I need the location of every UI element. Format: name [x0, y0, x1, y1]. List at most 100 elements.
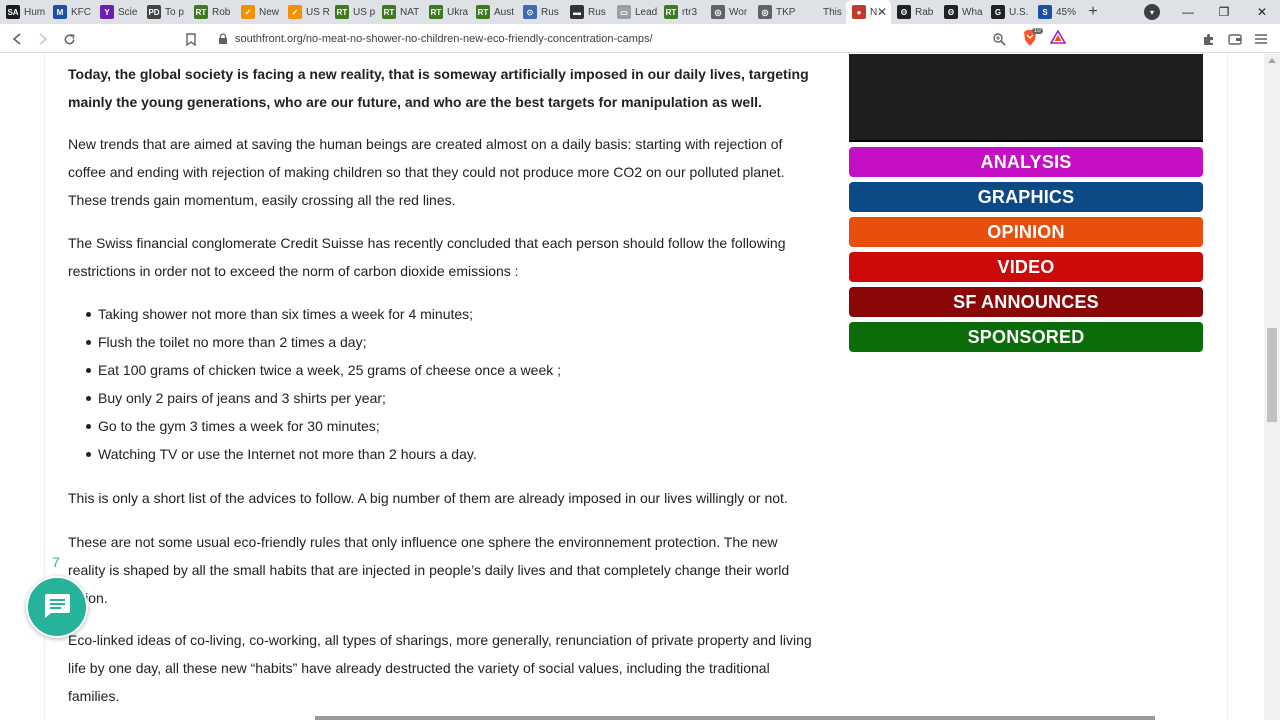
tab-title: US p: [353, 6, 376, 18]
browser-tab[interactable]: ✓ US R: [282, 0, 329, 24]
new-tab-button[interactable]: +: [1081, 0, 1105, 24]
category-sponsored-button[interactable]: SPONSORED: [849, 322, 1203, 352]
tab-favicon-icon: Θ: [897, 5, 911, 19]
bottom-divider: [315, 716, 1155, 720]
browser-toolbar: southfront.org/no-meat-no-shower-no-chil…: [0, 24, 1280, 53]
tab-title: Rob: [212, 6, 231, 18]
browser-tab[interactable]: ● N ✕: [846, 0, 891, 24]
tab-title: Lead: [635, 6, 658, 18]
tab-favicon-icon: ▭: [617, 5, 631, 19]
list-item: Go to the gym 3 times a week for 30 minu…: [86, 412, 798, 440]
tab-favicon-icon: RT: [335, 5, 349, 19]
bookmark-icon[interactable]: [180, 28, 202, 50]
shields-count-badge: 10: [1032, 28, 1043, 34]
comments-button[interactable]: [26, 576, 88, 638]
browser-tab[interactable]: Θ Rab: [891, 0, 938, 24]
address-bar[interactable]: southfront.org/no-meat-no-shower-no-chil…: [208, 27, 1070, 50]
browser-tab[interactable]: S 45%: [1032, 0, 1079, 24]
tab-title: NAT: [400, 6, 420, 18]
close-window-icon[interactable]: ✕: [1244, 0, 1280, 24]
sidebar-widget: [849, 54, 1203, 142]
wallet-icon[interactable]: [1224, 28, 1246, 50]
tab-favicon-icon: ●: [852, 5, 866, 19]
list-item: Buy only 2 pairs of jeans and 3 shirts p…: [86, 384, 798, 412]
category-video-button[interactable]: VIDEO: [849, 252, 1203, 282]
back-icon[interactable]: [6, 28, 28, 50]
tab-favicon-icon: ▬: [570, 5, 584, 19]
tab-title: To p: [165, 6, 184, 18]
tab-title: Ukra: [447, 6, 469, 18]
category-graphics-button[interactable]: GRAPHICS: [849, 182, 1203, 212]
tab-title: Scie: [118, 6, 138, 18]
forward-icon[interactable]: [32, 28, 54, 50]
tab-title: Wha: [962, 6, 983, 18]
browser-tab[interactable]: RT NAT: [376, 0, 423, 24]
maximize-icon[interactable]: ❐: [1206, 0, 1242, 24]
zoom-icon[interactable]: [988, 28, 1010, 50]
tab-title: This: [823, 6, 842, 18]
reload-icon[interactable]: [58, 28, 80, 50]
scroll-up-arrow[interactable]: [1268, 58, 1276, 63]
browser-tab[interactable]: Y Scie: [94, 0, 141, 24]
scroll-thumb[interactable]: [1267, 328, 1277, 422]
close-tab-icon[interactable]: ✕: [877, 5, 887, 19]
browser-tab[interactable]: RT Ukra: [423, 0, 470, 24]
list-item: Watching TV or use the Internet not more…: [86, 440, 798, 468]
browser-tab[interactable]: SA Hum: [0, 0, 47, 24]
browser-tab[interactable]: RT rtr3: [658, 0, 705, 24]
tab-favicon-icon: M: [53, 5, 67, 19]
browser-tab[interactable]: RT US p: [329, 0, 376, 24]
tab-search-icon[interactable]: ▾: [1144, 4, 1160, 20]
browser-tab[interactable]: ▬ Rus: [564, 0, 611, 24]
tab-list: SA Hum M KFC Y Scie PD To p RT Rob ✓ New ✓ US R RT US p…: [0, 0, 1079, 24]
article-paragraph: The Swiss financial conglomerate Credit …: [68, 235, 786, 279]
article-paragraph: These are not some usual eco-friendly ru…: [68, 534, 790, 606]
browser-tab[interactable]: RT Rob: [188, 0, 235, 24]
browser-tab[interactable]: This: [799, 0, 846, 24]
page-scrollbar[interactable]: [1264, 54, 1280, 720]
browser-tab[interactable]: PD To p: [141, 0, 188, 24]
tab-title: TKP: [776, 6, 796, 18]
tab-favicon-icon: ✓: [241, 5, 255, 19]
tab-title: rtr3: [682, 6, 697, 18]
minimize-icon[interactable]: —: [1170, 0, 1206, 24]
browser-tab[interactable]: ⊙ Rus: [517, 0, 564, 24]
tab-title: Rab: [915, 6, 934, 18]
tab-title: 45%: [1056, 6, 1077, 18]
browser-tab[interactable]: RT Aust: [470, 0, 517, 24]
tab-favicon-icon: G: [991, 5, 1005, 19]
tab-favicon-icon: ⊙: [523, 5, 537, 19]
tab-title: Rus: [541, 6, 559, 18]
restrictions-list: Taking shower not more than six times a …: [86, 300, 798, 468]
browser-tab[interactable]: M KFC: [47, 0, 94, 24]
url-text[interactable]: southfront.org/no-meat-no-shower-no-chil…: [235, 33, 653, 45]
tab-title: Aust: [494, 6, 515, 18]
lock-icon[interactable]: [216, 32, 230, 46]
tab-favicon-icon: Y: [100, 5, 114, 19]
browser-tab[interactable]: ◎ TKP: [752, 0, 799, 24]
tab-favicon-icon: RT: [429, 5, 443, 19]
tab-favicon-icon: ◎: [758, 5, 772, 19]
list-item: Taking shower not more than six times a …: [86, 300, 798, 328]
tab-favicon-icon: [805, 5, 819, 19]
category-analysis-button[interactable]: ANALYSIS: [849, 147, 1203, 177]
browser-tab[interactable]: ▭ Lead: [611, 0, 658, 24]
brave-rewards-icon[interactable]: [1049, 29, 1067, 49]
category-opinion-button[interactable]: OPINION: [849, 217, 1203, 247]
tab-title: New: [259, 6, 280, 18]
category-sf-announces-button[interactable]: SF ANNOUNCES: [849, 287, 1203, 317]
tab-title: Hum: [24, 6, 46, 18]
article-paragraph: New trends that are aimed at saving the …: [68, 136, 785, 208]
browser-tab[interactable]: G U.S.: [985, 0, 1032, 24]
tab-strip: SA Hum M KFC Y Scie PD To p RT Rob ✓ New ✓ US R RT US p…: [0, 0, 1280, 24]
tab-favicon-icon: Θ: [944, 5, 958, 19]
browser-tab[interactable]: ✓ New: [235, 0, 282, 24]
extensions-icon[interactable]: [1197, 28, 1219, 50]
browser-tab[interactable]: ◎ Wor: [705, 0, 752, 24]
browser-tab[interactable]: Θ Wha: [938, 0, 985, 24]
menu-icon[interactable]: [1250, 28, 1272, 50]
tab-favicon-icon: ◎: [711, 5, 725, 19]
tab-favicon-icon: S: [1038, 5, 1052, 19]
tab-favicon-icon: ✓: [288, 5, 302, 19]
comment-count: 7: [52, 554, 60, 570]
